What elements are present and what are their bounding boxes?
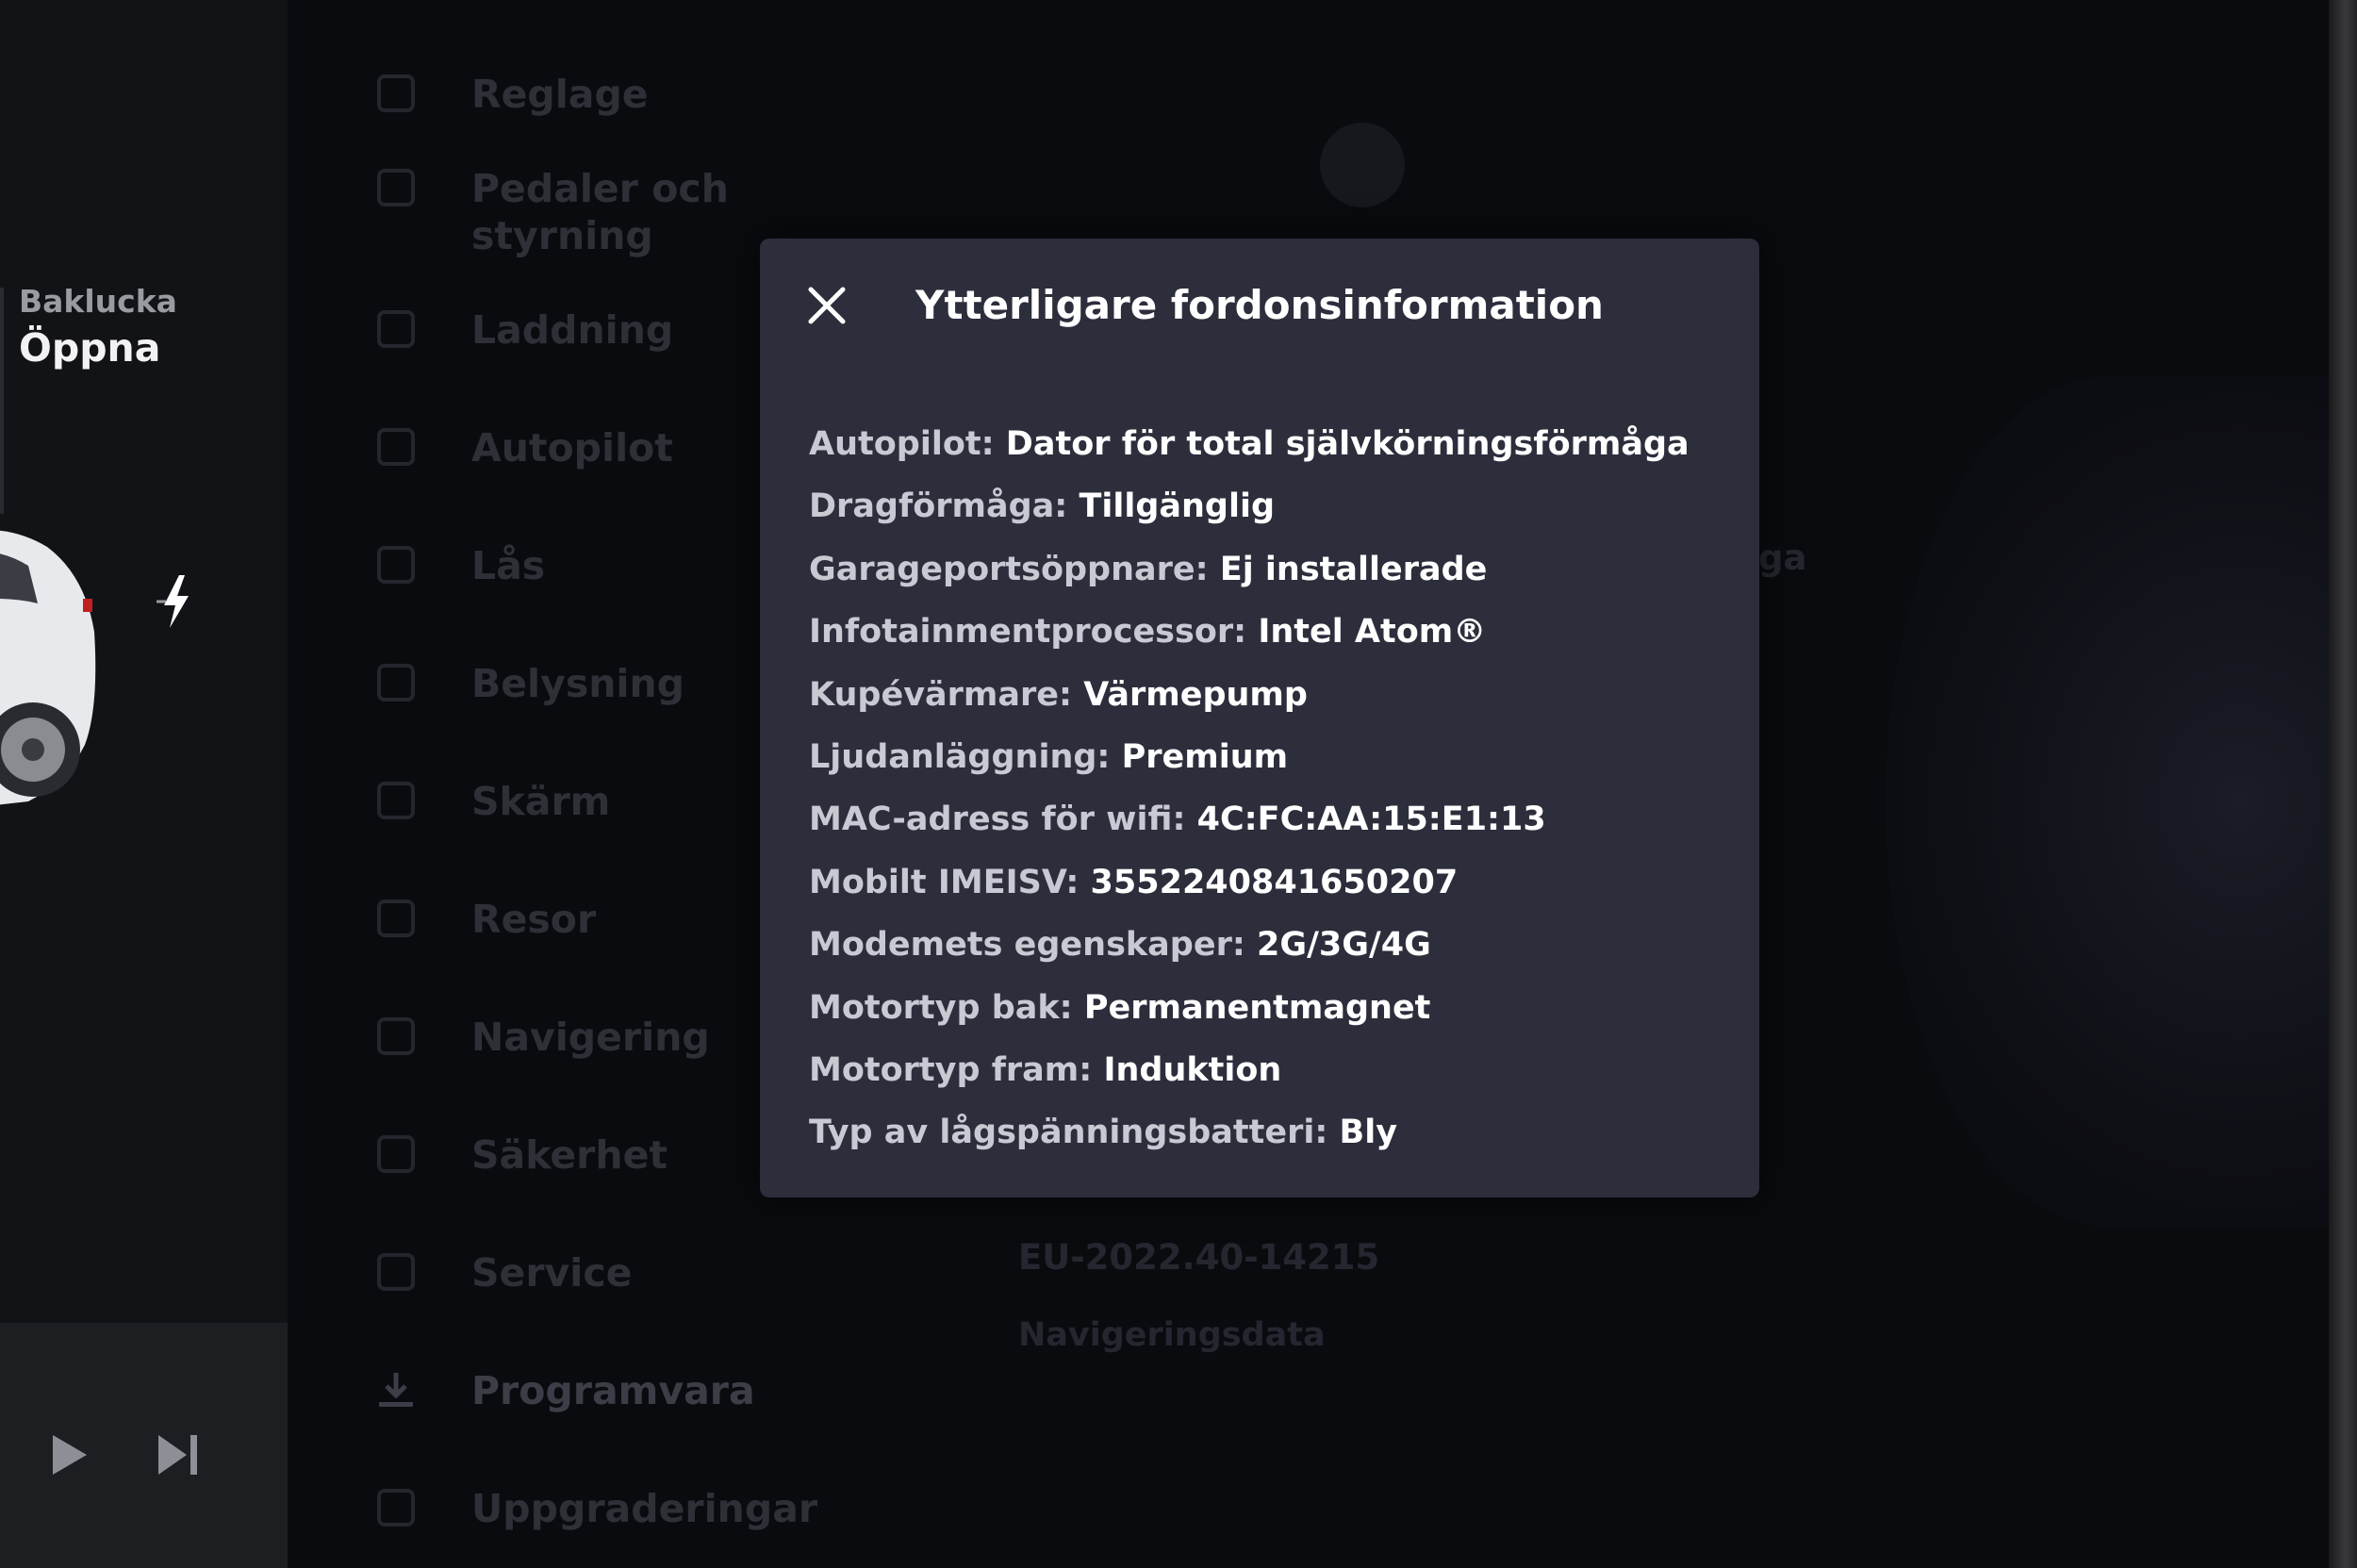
steering-icon <box>377 169 415 206</box>
menu-item-label: Navigering <box>471 1015 710 1060</box>
info-value: Bly <box>1339 1114 1398 1152</box>
light-icon <box>377 664 415 701</box>
info-row-rear-motor: Motortyp bak: Permanentmagnet <box>809 977 1733 1039</box>
menu-item-programvara[interactable]: Programvara <box>377 1367 773 1414</box>
info-value: Intel Atom® <box>1258 613 1487 652</box>
menu-item-sakerhet[interactable]: Säkerhet <box>377 1131 773 1179</box>
info-key: Motortyp fram: <box>809 1050 1093 1089</box>
info-key: Ljudanläggning: <box>809 737 1111 776</box>
info-row-cabin-heater: Kupévärmare: Värmepump <box>809 664 1733 726</box>
info-row-imeisv: Mobilt IMEISV: 3552240841650207 <box>809 851 1733 914</box>
menu-item-belysning[interactable]: Belysning <box>377 660 773 707</box>
menu-item-label: Service <box>471 1250 633 1296</box>
info-key: Kupévärmare: <box>809 675 1072 714</box>
info-row-modem: Modemets egenskaper: 2G/3G/4G <box>809 914 1733 976</box>
vehicle-screen: Baklucka Öppna Reglage Pedaler och styrn… <box>0 0 2329 1568</box>
skip-next-icon[interactable] <box>155 1431 202 1478</box>
info-value: Tillgänglig <box>1079 487 1276 526</box>
lock-icon <box>377 546 415 584</box>
menu-item-label: Säkerhet <box>471 1132 668 1178</box>
menu-item-navigering[interactable]: Navigering <box>377 1014 773 1061</box>
menu-item-reglage[interactable]: Reglage <box>377 71 773 118</box>
trunk-label: Baklucka <box>19 283 177 320</box>
menu-item-label: Skärm <box>471 779 611 824</box>
info-list: Autopilot: Dator för total självkörnings… <box>809 413 1733 1164</box>
info-row-autopilot: Autopilot: Dator för total självkörnings… <box>809 413 1733 475</box>
info-key: Autopilot: <box>809 425 995 463</box>
info-key: Garageportsöppnare: <box>809 550 1209 588</box>
menu-item-label: Belysning <box>471 661 685 706</box>
info-key: MAC-adress för wifi: <box>809 801 1186 839</box>
info-row-infotainment: Infotainmentprocessor: Intel Atom® <box>809 601 1733 663</box>
menu-item-autopilot[interactable]: Autopilot <box>377 424 773 471</box>
car-panel: Baklucka Öppna <box>0 0 288 1568</box>
menu-item-las[interactable]: Lås <box>377 542 773 589</box>
menu-item-label: Reglage <box>471 72 649 117</box>
background-link <box>1772 1051 2131 1085</box>
download-icon <box>379 1373 413 1407</box>
menu-item-resor[interactable]: Resor <box>377 896 773 943</box>
play-icon[interactable] <box>49 1431 91 1478</box>
info-key: Dragförmåga: <box>809 487 1068 526</box>
menu-item-skarm[interactable]: Skärm <box>377 778 773 825</box>
dialog-title: Ytterligare fordonsinformation <box>915 282 1604 328</box>
charging-icon <box>377 310 415 348</box>
menu-item-label: Laddning <box>471 307 674 353</box>
panel-divider <box>0 288 4 514</box>
info-key: Modemets egenskaper: <box>809 926 1245 965</box>
menu-item-label: Pedaler och styrning <box>471 166 729 258</box>
menu-item-laddning[interactable]: Laddning <box>377 306 773 354</box>
background-graphic <box>1886 377 2329 1226</box>
info-value: Induktion <box>1103 1050 1282 1089</box>
navigation-icon <box>377 1017 415 1055</box>
menu-item-label: Programvara <box>471 1368 755 1413</box>
upgrades-icon <box>377 1489 415 1527</box>
wrench-icon <box>377 1253 415 1291</box>
info-value: Permanentmagnet <box>1083 988 1431 1027</box>
info-value: 3552240841650207 <box>1090 863 1459 901</box>
navigation-data-label: Navigeringsdata <box>1018 1316 1326 1354</box>
info-value: 4C:FC:AA:15:E1:13 <box>1196 801 1546 839</box>
safety-icon <box>377 1135 415 1173</box>
menu-item-label: Autopilot <box>471 425 673 470</box>
info-value: Ej installerade <box>1219 550 1488 588</box>
menu-item-label: Lås <box>471 543 546 588</box>
info-value: Dator för total självkörningsförmåga <box>1005 425 1689 463</box>
info-row-front-motor: Motortyp fram: Induktion <box>809 1039 1733 1101</box>
autopilot-icon <box>377 428 415 466</box>
media-player <box>0 1323 288 1568</box>
info-row-wifi-mac: MAC-adress för wifi: 4C:FC:AA:15:E1:13 <box>809 788 1733 850</box>
info-key: Infotainmentprocessor: <box>809 613 1247 652</box>
screen-bezel <box>2329 0 2357 1568</box>
trips-icon <box>377 900 415 937</box>
menu-item-pedaler[interactable]: Pedaler och styrning <box>377 165 773 259</box>
lightning-bolt-icon <box>157 575 189 628</box>
info-row-towing: Dragförmåga: Tillgänglig <box>809 475 1733 537</box>
info-key: Motortyp bak: <box>809 988 1073 1027</box>
info-row-lv-battery: Typ av lågspänningsbatteri: Bly <box>809 1101 1733 1164</box>
menu-item-label: Uppgraderingar <box>471 1486 818 1531</box>
car-image <box>0 530 96 805</box>
trunk-open-button[interactable]: Öppna <box>19 325 160 371</box>
info-row-garage-opener: Garageportsöppnare: Ej installerade <box>809 538 1733 601</box>
info-key: Typ av lågspänningsbatteri: <box>809 1114 1328 1152</box>
info-key: Mobilt IMEISV: <box>809 863 1080 901</box>
menu-item-service[interactable]: Service <box>377 1249 773 1296</box>
info-value: 2G/3G/4G <box>1257 926 1431 965</box>
menu-item-uppgraderingar[interactable]: Uppgraderingar <box>377 1485 818 1532</box>
menu-item-label: Resor <box>471 897 597 942</box>
software-version: EU-2022.40-14215 <box>1018 1237 1380 1278</box>
info-value: Värmepump <box>1083 675 1308 714</box>
controls-icon <box>377 74 415 112</box>
avatar <box>1320 123 1405 207</box>
info-value: Premium <box>1121 737 1289 776</box>
info-row-audio: Ljudanläggning: Premium <box>809 726 1733 788</box>
display-icon <box>377 782 415 819</box>
vehicle-info-dialog: Ytterligare fordonsinformation Autopilot… <box>760 239 1759 1197</box>
